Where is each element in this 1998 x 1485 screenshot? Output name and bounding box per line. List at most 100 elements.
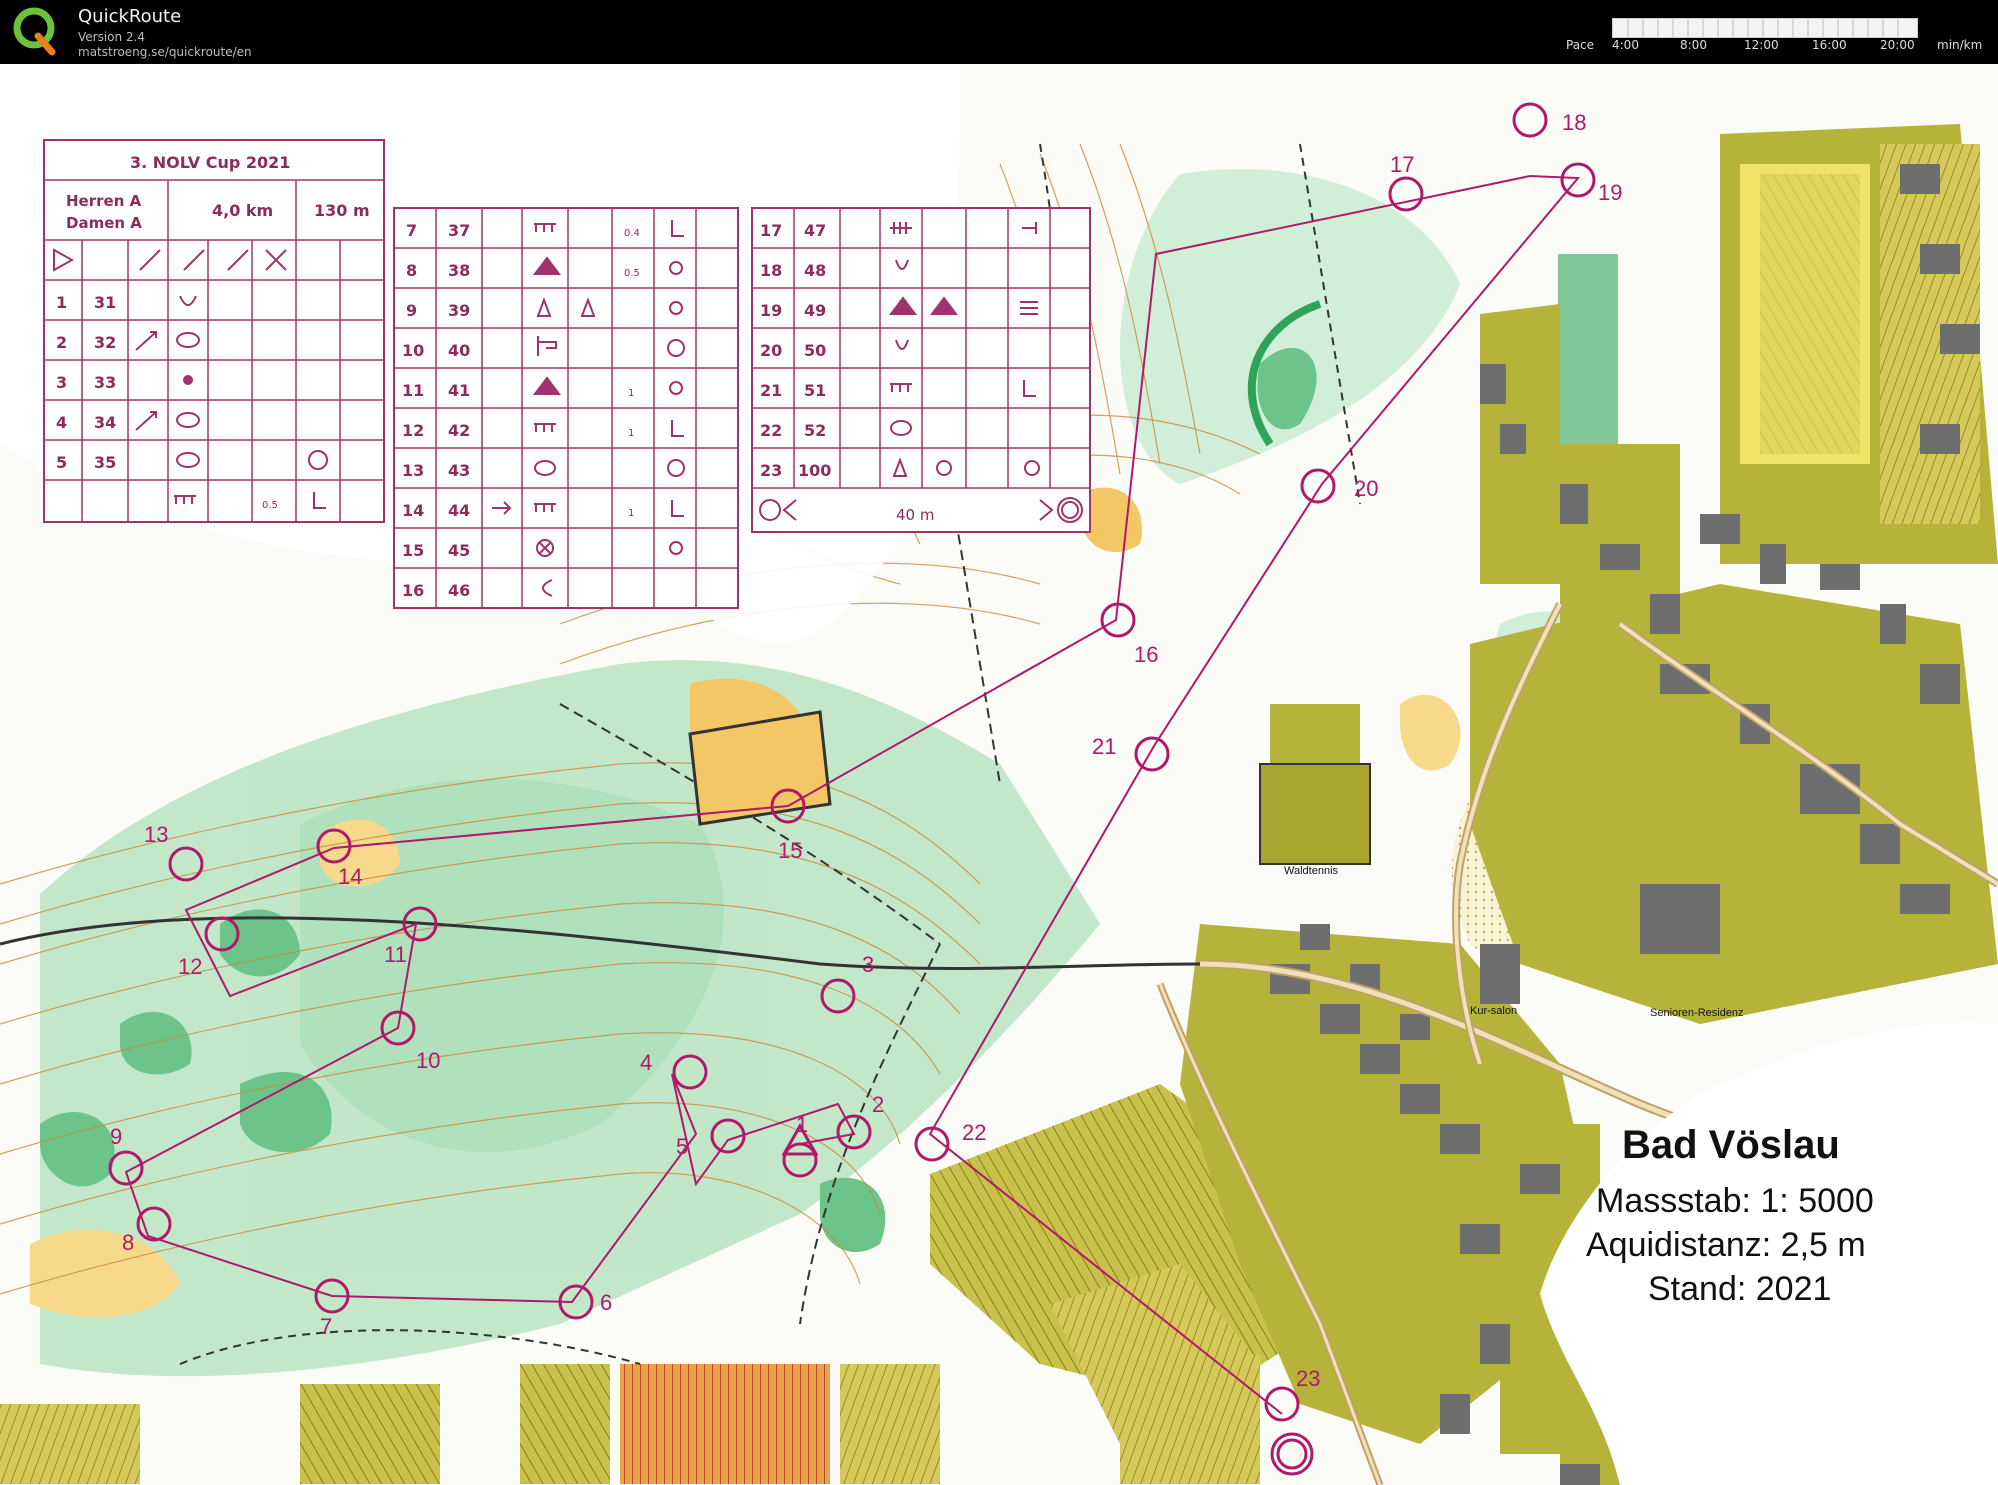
svg-text:34: 34 (94, 413, 116, 432)
pace-color-scale (1612, 18, 1918, 38)
pace-scale-bar (1627, 19, 1899, 37)
scale-text: Massstab: 1: 5000 (1596, 1182, 1874, 1220)
control-number: 14 (338, 864, 362, 889)
pace-label: Pace (1566, 38, 1595, 52)
label-senioren: Senioren-Residenz (1650, 1007, 1744, 1019)
svg-text:47: 47 (804, 221, 826, 240)
equidistance-text: Aquidistanz: 2,5 m (1586, 1226, 1866, 1264)
control-number: 2 (872, 1092, 884, 1117)
svg-text:22: 22 (760, 421, 782, 440)
svg-text:40: 40 (448, 341, 470, 360)
svg-text:20: 20 (760, 341, 782, 360)
svg-text:48: 48 (804, 261, 826, 280)
svg-text:11: 11 (402, 381, 424, 400)
pace-unit-label: min/km (1937, 38, 1983, 52)
course-climb: 130 m (314, 201, 370, 220)
pace-tick: 16:00 (1812, 38, 1847, 52)
app-name: QuickRoute (78, 6, 182, 27)
quickroute-logo-icon (13, 7, 56, 56)
svg-text:33: 33 (94, 373, 116, 392)
control-number: 7 (320, 1314, 332, 1339)
finish-distance: 40 m (896, 506, 934, 524)
control-number: 17 (1390, 152, 1414, 177)
svg-text:38: 38 (448, 261, 470, 280)
control-number: 6 (600, 1290, 612, 1315)
control-number: 13 (144, 822, 168, 847)
pace-tick: 8:00 (1680, 38, 1707, 52)
pace-tick: 20:00 (1880, 38, 1915, 52)
control-number: 1 (796, 1112, 808, 1137)
control-number: 22 (962, 1120, 986, 1145)
svg-text:51: 51 (804, 381, 826, 400)
control-number: 12 (178, 954, 202, 979)
svg-text:15: 15 (402, 541, 424, 560)
svg-text:0.4: 0.4 (624, 228, 640, 239)
svg-text:7: 7 (406, 221, 417, 240)
svg-text:9: 9 (406, 301, 417, 320)
label-waldtennis: Waldtennis (1284, 865, 1339, 877)
svg-text:23: 23 (760, 461, 782, 480)
svg-text:32: 32 (94, 333, 116, 352)
control-number: 3 (862, 952, 874, 977)
svg-text:16: 16 (402, 581, 424, 600)
sheet-title: 3. NOLV Cup 2021 (130, 153, 290, 172)
control-number: 18 (1562, 110, 1586, 135)
control-number: 8 (122, 1230, 134, 1255)
svg-text:0.5: 0.5 (262, 500, 278, 511)
svg-text:41: 41 (448, 381, 470, 400)
course-length: 4,0 km (212, 201, 273, 220)
control-number: 19 (1598, 180, 1622, 205)
class-line1: Herren A (66, 192, 142, 210)
label-kurhalle: Kur-salon (1470, 1005, 1517, 1017)
svg-text:46: 46 (448, 581, 470, 600)
svg-text:4: 4 (56, 413, 67, 432)
svg-text:17: 17 (760, 221, 782, 240)
svg-text:12: 12 (402, 421, 424, 440)
waldtennis-courts (1259, 763, 1371, 865)
svg-text:19: 19 (760, 301, 782, 320)
svg-text:42: 42 (448, 421, 470, 440)
svg-text:3: 3 (56, 373, 67, 392)
control-number: 16 (1134, 642, 1158, 667)
stand-text: Stand: 2021 (1648, 1270, 1831, 1308)
svg-text:0.5: 0.5 (624, 268, 640, 279)
svg-text:37: 37 (448, 221, 470, 240)
svg-text:1: 1 (56, 293, 67, 312)
class-line2: Damen A (66, 214, 142, 232)
svg-text:43: 43 (448, 461, 470, 480)
svg-text:14: 14 (402, 501, 424, 520)
svg-text:45: 45 (448, 541, 470, 560)
title-bar: QuickRoute Version 2.4 matstroeng.se/qui… (0, 0, 1998, 64)
control-number: 15 (778, 838, 802, 863)
svg-text:13: 13 (402, 461, 424, 480)
control-number: 20 (1354, 476, 1378, 501)
pace-tick: 12:00 (1744, 38, 1779, 52)
svg-text:1: 1 (628, 388, 634, 399)
svg-text:2: 2 (56, 333, 67, 352)
control-number: 5 (676, 1134, 688, 1159)
svg-text:21: 21 (760, 381, 782, 400)
control-number: 10 (416, 1048, 440, 1073)
control-number: 11 (384, 942, 407, 967)
svg-text:1: 1 (628, 428, 634, 439)
svg-text:49: 49 (804, 301, 826, 320)
svg-text:39: 39 (448, 301, 470, 320)
control-number: 21 (1092, 734, 1116, 759)
app-version: Version 2.4 (78, 30, 146, 44)
svg-text:10: 10 (402, 341, 424, 360)
control-number: 9 (110, 1124, 122, 1149)
orienteering-map[interactable]: Waldtennis Kur-salon Senioren-Residenz 1… (0, 64, 1998, 1485)
place-name: Bad Vöslau (1622, 1123, 1840, 1167)
app-url[interactable]: matstroeng.se/quickroute/en (78, 45, 252, 59)
pace-tick: 4:00 (1612, 38, 1639, 52)
svg-text:31: 31 (94, 293, 116, 312)
control-number: 4 (640, 1050, 652, 1075)
svg-text:52: 52 (804, 421, 826, 440)
svg-text:44: 44 (448, 501, 470, 520)
svg-text:18: 18 (760, 261, 782, 280)
svg-text:8: 8 (406, 261, 417, 280)
control-number: 23 (1296, 1366, 1320, 1391)
svg-text:5: 5 (56, 453, 67, 472)
svg-text:100: 100 (798, 461, 831, 480)
svg-text:50: 50 (804, 341, 826, 360)
